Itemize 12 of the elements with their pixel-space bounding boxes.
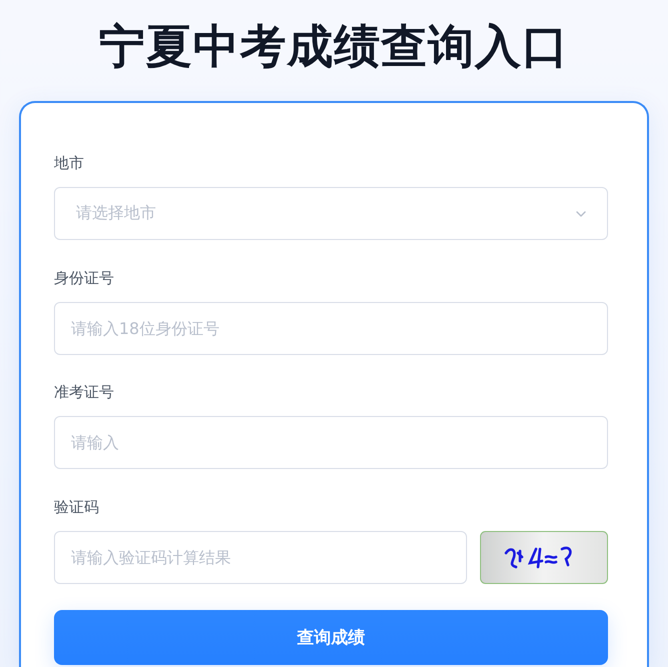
chevron-down-icon: [576, 210, 586, 216]
submit-button[interactable]: 查询成绩: [54, 610, 608, 665]
field-label: 验证码: [54, 496, 99, 518]
input-field[interactable]: 请输入: [54, 416, 608, 469]
field-label: 准考证号: [54, 382, 114, 403]
captcha-image[interactable]: [480, 530, 608, 584]
field-label: 身份证号: [54, 268, 114, 288]
input-field[interactable]: 请输入18位身份证号: [54, 302, 608, 354]
field-label: 地市: [54, 153, 84, 174]
select-field[interactable]: 请选择地市: [54, 187, 608, 240]
page-title: 宁夏中考成绩查询入口: [99, 18, 569, 74]
captcha-input-field[interactable]: 请输入验证码计算结果: [54, 530, 467, 584]
